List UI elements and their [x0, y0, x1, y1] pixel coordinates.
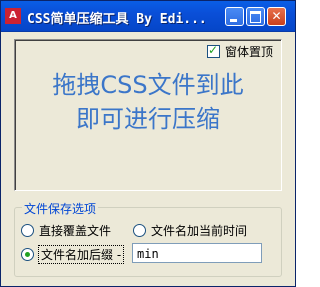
close-button[interactable]: ✕: [267, 7, 286, 26]
maximize-button[interactable]: [246, 7, 265, 26]
window-title: CSS简单压缩工具 By Edi...: [27, 12, 207, 27]
file-drop-area[interactable]: 窗体置顶 拖拽CSS文件到此 即可进行压缩: [14, 39, 282, 191]
always-on-top-checkbox[interactable]: 窗体置顶: [207, 43, 273, 60]
app-icon[interactable]: A: [5, 8, 21, 24]
save-options-group: 文件保存选项 直接覆盖文件 文件名加当前时间 文件名加后缀 - min: [14, 200, 282, 277]
always-on-top-label: 窗体置顶: [225, 45, 274, 59]
close-icon: ✕: [271, 9, 282, 23]
option-overwrite-label: 直接覆盖文件: [39, 224, 112, 238]
drop-hint: 拖拽CSS文件到此 即可进行压缩: [15, 68, 281, 136]
radio-append-time[interactable]: [133, 224, 146, 237]
minimize-button[interactable]: [225, 7, 244, 26]
drop-hint-line-2: 即可进行压缩: [76, 105, 220, 133]
option-append-suffix-label: 文件名加后缀 -: [37, 245, 125, 264]
option-append-time[interactable]: 文件名加当前时间: [133, 222, 247, 239]
title-bar[interactable]: A CSS简单压缩工具 By Edi... ✕: [1, 1, 295, 32]
app-window: A CSS简单压缩工具 By Edi... ✕ 窗体置顶 拖拽CSS文件到此 即…: [0, 0, 296, 287]
save-options-legend: 文件保存选项: [22, 200, 99, 217]
minimize-icon: [230, 19, 237, 22]
radio-append-suffix[interactable]: [21, 248, 34, 261]
option-append-time-label: 文件名加当前时间: [151, 224, 248, 238]
maximize-icon: [250, 11, 261, 23]
drop-hint-line-1: 拖拽CSS文件到此: [52, 71, 244, 99]
checkbox-checked-icon[interactable]: [207, 43, 220, 58]
suffix-input[interactable]: min: [132, 243, 262, 263]
radio-overwrite[interactable]: [21, 224, 34, 237]
option-append-suffix[interactable]: 文件名加后缀 -: [21, 245, 125, 264]
option-overwrite[interactable]: 直接覆盖文件: [21, 222, 111, 239]
